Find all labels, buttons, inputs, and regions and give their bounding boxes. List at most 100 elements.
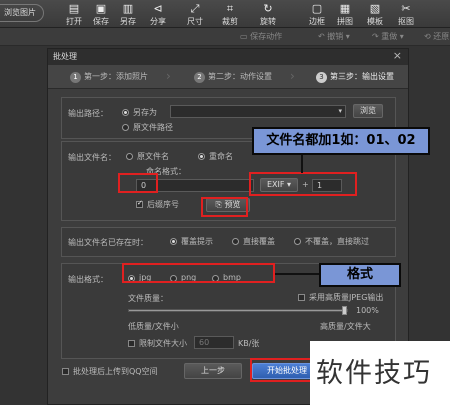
toolbar-label: 分享 (150, 17, 166, 26)
toolbar-collage-button[interactable]: ▦ 拼图 (333, 1, 357, 27)
overwrite-direct-label: 直接覆盖 (243, 237, 275, 246)
toolbar-label: 模板 (367, 17, 383, 26)
callout-connector (301, 155, 303, 173)
limit-size-input[interactable]: 60 (194, 336, 234, 349)
toolbar-share-button[interactable]: ⊲ 分享 (146, 1, 170, 27)
filename-callout: 文件名都加1如：01、02 (252, 127, 430, 155)
original-name-radio[interactable] (126, 153, 133, 160)
template-icon: ▧ (369, 2, 381, 15)
redo-label: 重做 (381, 32, 398, 41)
toolbar-save-button[interactable]: ▣ 保存 (89, 1, 113, 27)
toolbar-resize-button[interactable]: ⤢ 尺寸 (183, 1, 207, 27)
restore-button[interactable]: ⟲ 还原 (424, 31, 449, 42)
toolbar-template-button[interactable]: ▧ 模板 (363, 1, 387, 27)
quality-slider[interactable] (128, 306, 348, 315)
undo-button[interactable]: ↶ 撤销 ▾ (318, 31, 350, 42)
quality-slider-thumb[interactable] (342, 306, 347, 315)
upload-qq-checkbox[interactable] (62, 368, 69, 375)
limit-size-checkbox[interactable] (128, 340, 135, 347)
border-icon: ▢ (311, 2, 323, 15)
save-icon: ▣ (95, 2, 107, 15)
step-2[interactable]: 2 第二步：动作设置 (194, 71, 272, 83)
cutout-icon: ✂ (401, 2, 411, 15)
undo-label: 撤销 (327, 32, 344, 41)
browse-path-button[interactable]: 浏览 (353, 104, 383, 118)
rename-radio[interactable] (198, 153, 205, 160)
step-number: 2 (194, 72, 205, 83)
format-input-highlight (118, 173, 158, 193)
skip-label: 不覆盖，直接跳过 (305, 237, 369, 246)
format-callout: 格式 (319, 263, 401, 287)
toolbar-crop-button[interactable]: ⌗ 裁剪 (218, 1, 242, 27)
exif-seq-highlight (249, 172, 357, 196)
resize-icon: ⤢ (190, 2, 200, 15)
prev-step-button[interactable]: 上一步 (184, 363, 242, 379)
toolbar-label: 裁剪 (222, 17, 238, 26)
share-icon: ⊲ (153, 2, 163, 15)
rotate-icon: ↻ (263, 2, 273, 15)
save-action-button[interactable]: ▭ 保存动作 (240, 31, 282, 42)
filename-label: 输出文件名： (68, 153, 116, 162)
high-quality-label: 高质量/文件大 (320, 322, 371, 331)
step-number: 1 (70, 72, 81, 83)
overwrite-direct-radio[interactable] (232, 238, 239, 245)
original-path-radio[interactable] (122, 124, 129, 131)
toolbar-rotate-button[interactable]: ↻ 旋转 (256, 1, 280, 27)
output-path-field[interactable]: ▾ (170, 105, 346, 118)
restore-icon: ⟲ (424, 32, 434, 41)
toolbar-open-button[interactable]: ▤ 打开 (62, 1, 86, 27)
chevron-right-icon: › (290, 69, 295, 83)
hq-jpeg-checkbox[interactable] (298, 294, 305, 301)
output-path-label: 输出路径： (68, 109, 108, 118)
callout-connector (275, 273, 319, 275)
overwrite-prompt-label: 覆盖提示 (181, 237, 213, 246)
start-button-highlight (250, 358, 318, 382)
preview-highlight (201, 197, 248, 217)
watermark-text: 软件技巧 (316, 358, 432, 389)
redo-icon: ↷ (372, 32, 382, 41)
toolbar-label: 抠图 (398, 17, 414, 26)
watermark-box: 软件技巧 (310, 341, 450, 405)
skip-radio[interactable] (294, 238, 301, 245)
quality-label: 文件质量： (128, 294, 168, 303)
action-bar: ▭ 保存动作 ↶ 撤销 ▾ ↷ 重做 ▾ ⟲ 还原 (0, 28, 450, 46)
toolbar-label: 拼图 (337, 17, 353, 26)
overwrite-prompt-radio[interactable] (170, 238, 177, 245)
step-bar: 1 第一步：添加照片 › 2 第二步：动作设置 › 3 第三步：输出设置 (48, 65, 408, 89)
format-label: 输出格式： (68, 275, 108, 284)
low-quality-label: 低质量/文件小 (128, 322, 179, 331)
toolbar-cutout-button[interactable]: ✂ 抠图 (394, 1, 418, 27)
limit-size-unit: KB/张 (238, 339, 260, 348)
collage-icon: ▦ (339, 2, 351, 15)
chevron-right-icon: › (166, 69, 171, 83)
step-3[interactable]: 3 第三步：输出设置 (316, 71, 394, 83)
quality-slider-fill (129, 310, 347, 311)
append-seq-label: 后缀序号 (147, 200, 179, 209)
save-as-icon: ▥ (122, 2, 134, 15)
restore-label: 还原 (433, 32, 450, 41)
original-name-label: 原文件名 (137, 152, 169, 161)
step-label: 第三步：输出设置 (330, 72, 394, 81)
dialog-title: 批处理 (53, 52, 77, 61)
main-toolbar: 浏览图片 ▤ 打开 ▣ 保存 ▥ 另存 ⊲ 分享 ⤢ 尺寸 ⌗ 裁剪 ↻ 旋转 ▢ 边框 ▦ 拼图 ▧ 模板 ✂ 抠图 (0, 0, 450, 28)
redo-button[interactable]: ↷ 重做 ▾ (372, 31, 404, 42)
step-label: 第二步：动作设置 (208, 72, 272, 81)
app-window: 浏览图片 ▤ 打开 ▣ 保存 ▥ 另存 ⊲ 分享 ⤢ 尺寸 ⌗ 裁剪 ↻ 旋转 ▢ 边框 ▦ 拼图 ▧ 模板 ✂ 抠图 ▭… (0, 0, 450, 405)
toolbar-label: 另存 (120, 17, 136, 26)
save-as-label: 另存为 (133, 108, 157, 117)
chevron-down-icon[interactable]: ▾ (338, 106, 342, 117)
format-options-highlight (122, 263, 275, 283)
exists-label: 输出文件名已存在时： (68, 238, 148, 247)
crop-icon: ⌗ (226, 2, 234, 15)
toolbar-border-button[interactable]: ▢ 边框 (305, 1, 329, 27)
step-1[interactable]: 1 第一步：添加照片 (70, 71, 148, 83)
save-as-radio[interactable] (122, 109, 129, 116)
step-label: 第一步：添加照片 (84, 72, 148, 81)
browse-images-button[interactable]: 浏览图片 (0, 4, 44, 22)
close-icon[interactable]: × (393, 49, 402, 62)
append-seq-checkbox[interactable] (136, 199, 143, 208)
toolbar-label: 边框 (309, 17, 325, 26)
save-action-label: 保存动作 (250, 32, 283, 41)
toolbar-save-as-button[interactable]: ▥ 另存 (116, 1, 140, 27)
rename-label: 重命名 (209, 152, 233, 161)
